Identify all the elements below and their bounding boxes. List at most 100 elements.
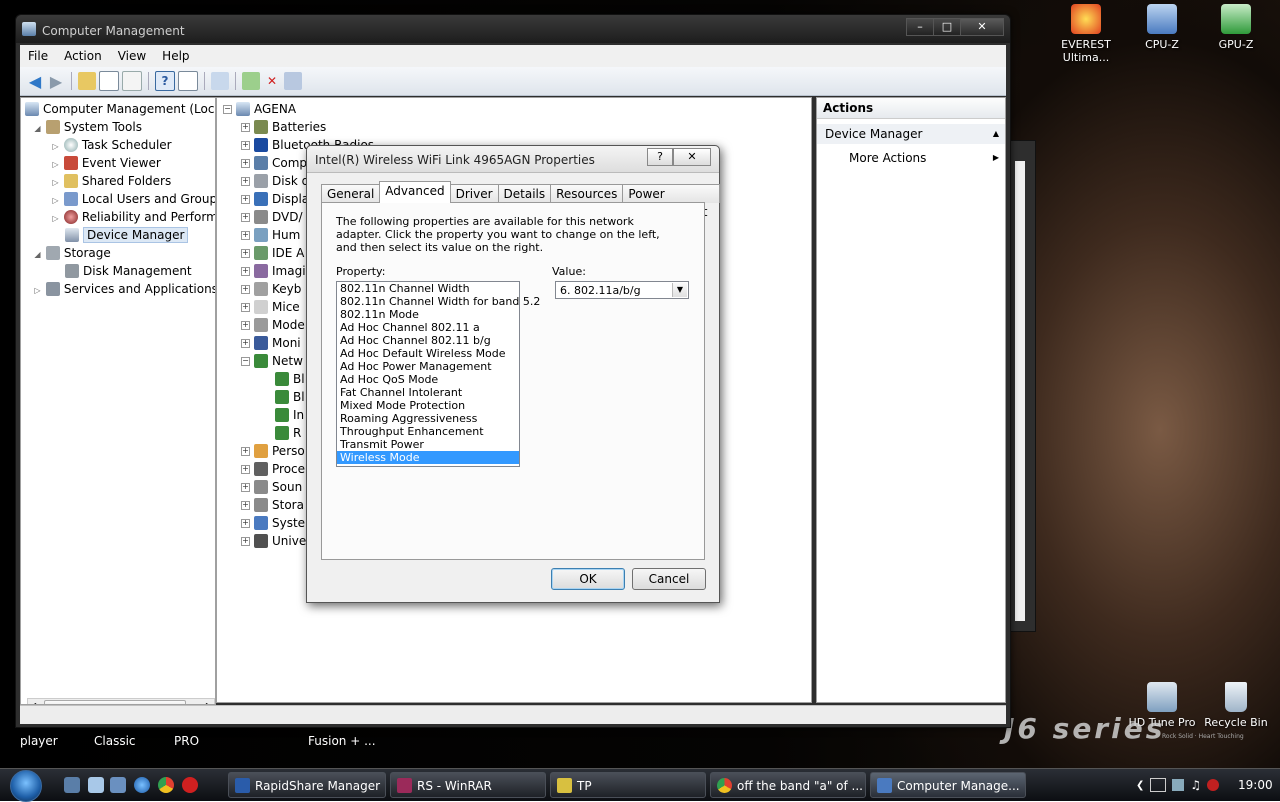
expand-box-icon[interactable]: + bbox=[241, 123, 250, 132]
expand-box-icon[interactable]: + bbox=[241, 483, 250, 492]
device-category[interactable]: R bbox=[275, 424, 301, 442]
dialog-help-button[interactable]: ? bbox=[647, 148, 673, 166]
expand-box-icon[interactable]: + bbox=[241, 321, 250, 330]
task-chrome[interactable]: off the band "a" of ... bbox=[710, 772, 866, 798]
expand-box-icon[interactable]: + bbox=[241, 339, 250, 348]
background-window[interactable] bbox=[1010, 140, 1036, 632]
property-list-item[interactable]: Throughput Enhancement bbox=[337, 425, 519, 438]
expand-box-icon[interactable]: + bbox=[241, 303, 250, 312]
show-desktop-icon[interactable] bbox=[64, 777, 80, 793]
properties-icon[interactable] bbox=[178, 71, 198, 91]
property-list-item[interactable]: Transmit Power bbox=[337, 438, 519, 451]
scan-hardware-icon[interactable] bbox=[211, 72, 229, 90]
device-category[interactable]: − Netw bbox=[241, 352, 303, 370]
property-list-item[interactable]: Mixed Mode Protection bbox=[337, 399, 519, 412]
expand-box-icon[interactable]: + bbox=[241, 537, 250, 546]
tab-advanced[interactable]: Advanced bbox=[379, 181, 451, 203]
cancel-button[interactable]: Cancel bbox=[632, 568, 706, 590]
device-category[interactable]: In bbox=[275, 406, 304, 424]
desktop-icon-gpuz[interactable]: GPU-Z bbox=[1200, 4, 1272, 51]
device-category[interactable]: + DVD/ bbox=[241, 208, 303, 226]
property-list[interactable]: 802.11n Channel Width 802.11n Channel Wid… bbox=[336, 281, 540, 467]
value-dropdown[interactable]: 6. 802.11a/b/g ▼ bbox=[555, 281, 689, 299]
property-list-item[interactable]: Wireless Mode bbox=[337, 451, 519, 464]
security-icon[interactable] bbox=[1207, 779, 1220, 791]
device-category[interactable]: + Comp bbox=[241, 154, 307, 172]
expand-box-icon[interactable]: + bbox=[241, 213, 250, 222]
property-list-item[interactable]: 802.11n Channel Width for band 5.2 bbox=[337, 295, 540, 308]
internet-explorer-icon[interactable] bbox=[134, 777, 150, 793]
switch-windows-icon[interactable] bbox=[88, 777, 104, 793]
tray-expand-icon[interactable]: ❮ bbox=[1136, 780, 1144, 791]
device-category[interactable]: + Imagi bbox=[241, 262, 306, 280]
explorer-icon[interactable] bbox=[110, 777, 126, 793]
expand-box-icon[interactable]: + bbox=[241, 519, 250, 528]
device-category[interactable]: + Moni bbox=[241, 334, 301, 352]
expand-box-icon[interactable]: + bbox=[241, 141, 250, 150]
back-icon[interactable]: ◀ bbox=[26, 72, 44, 91]
device-category[interactable]: Bl bbox=[275, 388, 305, 406]
expand-box-icon[interactable]: + bbox=[241, 195, 250, 204]
expand-box-icon[interactable]: + bbox=[241, 177, 250, 186]
collapse-box-icon[interactable]: − bbox=[223, 105, 232, 114]
tree-item-local-users[interactable]: ▷ Local Users and Groups bbox=[51, 190, 215, 208]
device-category[interactable]: + Perso bbox=[241, 442, 305, 460]
desktop-label[interactable]: Fusion + ... bbox=[308, 734, 376, 748]
properties-dialog[interactable]: Intel(R) Wireless WiFi Link 4965AGN Prop… bbox=[306, 145, 720, 603]
device-category[interactable]: + Unive bbox=[241, 532, 306, 550]
menu-file[interactable]: File bbox=[20, 49, 56, 63]
tab-general[interactable]: General bbox=[321, 184, 381, 203]
tab-details[interactable]: Details bbox=[497, 184, 552, 203]
property-list-item[interactable]: 802.11n Mode bbox=[337, 308, 519, 321]
clock[interactable]: 19:00 bbox=[1238, 778, 1273, 792]
property-list-item[interactable]: Fat Channel Intolerant bbox=[337, 386, 519, 399]
expand-arrow-icon[interactable]: ▷ bbox=[51, 178, 60, 187]
task-winrar[interactable]: RS - WinRAR bbox=[390, 772, 546, 798]
dialog-close-button[interactable]: ✕ bbox=[673, 148, 711, 166]
expand-box-icon[interactable]: + bbox=[241, 465, 250, 474]
expand-box-icon[interactable]: + bbox=[241, 159, 250, 168]
expand-box-icon[interactable]: + bbox=[241, 231, 250, 240]
task-computer-management[interactable]: Computer Manage... bbox=[870, 772, 1026, 798]
minimize-button[interactable]: – bbox=[906, 18, 934, 36]
expand-box-icon[interactable]: + bbox=[241, 285, 250, 294]
ok-button[interactable]: OK bbox=[551, 568, 625, 590]
tree-item-storage[interactable]: ◢ Storage bbox=[33, 244, 111, 262]
expand-arrow-icon[interactable]: ▷ bbox=[51, 196, 60, 205]
actions-section-device-manager[interactable]: Device Manager ▲ bbox=[817, 124, 1005, 144]
expand-box-icon[interactable]: + bbox=[241, 267, 250, 276]
expand-box-icon[interactable]: + bbox=[241, 249, 250, 258]
collapse-up-icon[interactable]: ▲ bbox=[993, 124, 999, 144]
dropdown-arrow-icon[interactable]: ▼ bbox=[672, 283, 687, 297]
title-bar[interactable]: Computer Management – □ ✕ bbox=[16, 15, 1010, 43]
uninstall-icon[interactable]: ✕ bbox=[263, 72, 281, 90]
volume-icon[interactable]: ♫ bbox=[1190, 778, 1201, 792]
start-button[interactable] bbox=[10, 770, 42, 802]
property-list-item[interactable]: Ad Hoc QoS Mode bbox=[337, 373, 519, 386]
network-icon[interactable] bbox=[1150, 778, 1167, 792]
maximize-button[interactable]: □ bbox=[933, 18, 961, 36]
chrome-icon[interactable] bbox=[158, 777, 174, 793]
expand-box-icon[interactable]: + bbox=[241, 501, 250, 510]
disable-device-icon[interactable] bbox=[284, 72, 302, 90]
desktop-label[interactable]: PRO bbox=[174, 734, 199, 748]
close-button[interactable]: ✕ bbox=[960, 18, 1004, 36]
tab-resources[interactable]: Resources bbox=[550, 184, 624, 203]
up-folder-icon[interactable] bbox=[78, 72, 96, 90]
menu-help[interactable]: Help bbox=[154, 49, 197, 63]
device-category[interactable]: + Disk d bbox=[241, 172, 309, 190]
device-category[interactable]: + Syste bbox=[241, 514, 305, 532]
export-list-icon[interactable] bbox=[122, 71, 142, 91]
device-category[interactable]: + Keyb bbox=[241, 280, 301, 298]
help-icon[interactable]: ? bbox=[155, 71, 175, 91]
tab-power-management[interactable]: Power Management bbox=[622, 184, 720, 219]
expand-box-icon[interactable]: + bbox=[241, 447, 250, 456]
tree-item-task-scheduler[interactable]: ▷ Task Scheduler bbox=[51, 136, 172, 154]
tree-item-computer-management[interactable]: Computer Management (Local bbox=[25, 100, 215, 118]
menu-view[interactable]: View bbox=[110, 49, 154, 63]
expand-arrow-icon[interactable]: ▷ bbox=[51, 214, 60, 223]
device-category[interactable]: + Hum bbox=[241, 226, 300, 244]
property-list-item[interactable]: 802.11n Channel Width bbox=[337, 282, 519, 295]
collapse-arrow-icon[interactable]: ◢ bbox=[33, 250, 42, 259]
tree-item-reliability[interactable]: ▷ Reliability and Performa bbox=[51, 208, 215, 226]
